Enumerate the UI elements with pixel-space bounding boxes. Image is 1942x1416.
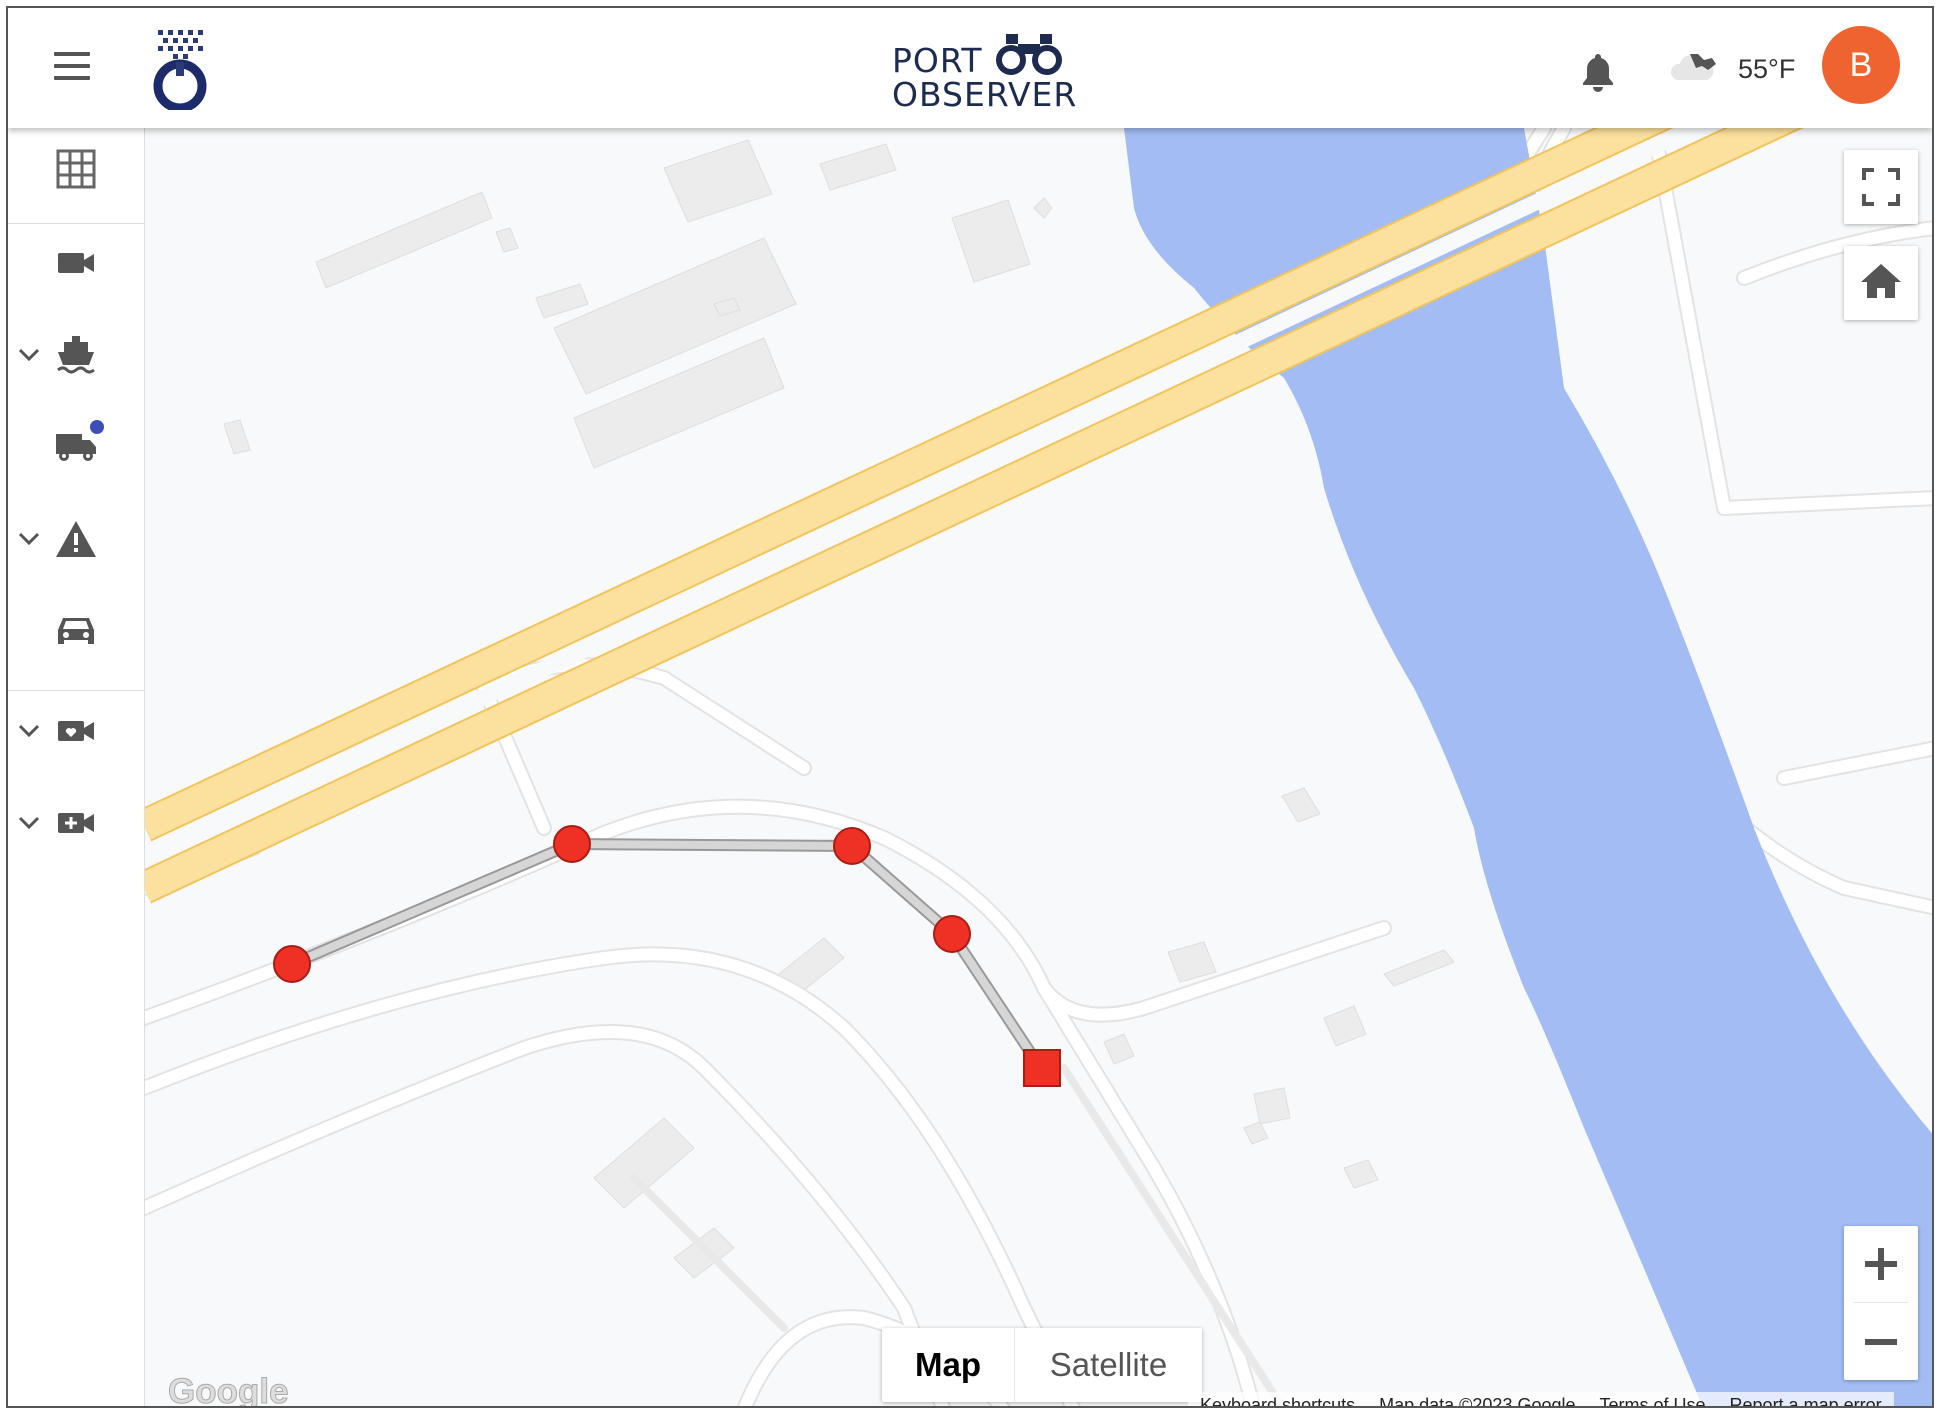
route-waypoint-marker[interactable] [833,827,871,865]
fullscreen-button[interactable] [1844,150,1918,224]
zoom-in-button[interactable] [1844,1226,1918,1302]
app-window: PORT OBSERVER 55°F B Map Satellite Googl… [6,6,1934,1408]
route-waypoint-marker[interactable] [273,945,311,983]
sidebar-item-alerts[interactable] [8,504,144,574]
sidebar-divider [8,690,144,691]
route-waypoint-marker[interactable] [553,825,591,863]
grid-icon [56,149,96,189]
cloudy-icon [1670,54,1716,80]
report-map-error-link[interactable]: Report a map error [1718,1392,1894,1406]
notification-badge [90,420,104,434]
chevron-down-icon[interactable] [16,720,42,740]
map-data-credit: Map data ©2023 Google [1379,1395,1576,1408]
sidebar-item-favorite-cameras[interactable] [8,696,144,766]
warning-icon [56,521,96,557]
home-view-button[interactable] [1844,246,1918,320]
route-waypoint-marker[interactable] [933,915,971,953]
sidebar-item-add-camera[interactable] [8,788,144,858]
map-type-satellite-button[interactable]: Satellite [1015,1328,1202,1402]
chevron-down-icon[interactable] [16,344,42,364]
map-attribution: Keyboard shortcuts Map data ©2023 Google… [1188,1392,1894,1408]
zoom-out-button[interactable] [1844,1304,1918,1380]
brand-logo [153,30,207,110]
sidebar-item-grid[interactable] [8,134,144,204]
google-logo[interactable]: Google [168,1372,290,1407]
ship-icon [57,336,95,374]
chevron-down-icon[interactable] [16,528,42,548]
bell-icon[interactable] [1580,52,1616,92]
video-camera-icon [58,253,94,273]
car-icon [58,618,94,644]
home-icon [1861,264,1901,298]
map-canvas[interactable] [144,128,1934,1408]
app-title-line1: PORT [892,41,983,80]
plus-icon [1865,1248,1897,1280]
map-type-map-button[interactable]: Map [882,1328,1014,1402]
fullscreen-icon [1862,168,1900,206]
sidebar-divider [8,223,144,224]
temperature-readout: 55°F [1738,54,1796,84]
zoom-divider [1854,1302,1908,1303]
hamburger-menu-icon[interactable] [54,52,90,80]
top-app-bar: PORT OBSERVER 55°F B [8,8,1932,128]
map-view[interactable]: Map Satellite Google Keyboard shortcuts … [144,128,1934,1408]
user-avatar[interactable]: B [1822,26,1900,104]
keyboard-shortcuts-link[interactable]: Keyboard shortcuts [1188,1392,1367,1406]
camera-heart-icon [58,721,94,741]
binoculars-icon [996,34,1062,75]
sidebar-item-trucks[interactable] [8,410,144,480]
side-navigation [8,128,145,1406]
terms-of-use-link[interactable]: Terms of Use [1588,1392,1718,1406]
app-title-logo: PORT OBSERVER [880,30,1100,114]
map-type-control: Map Satellite [882,1328,1202,1402]
app-title-line2: OBSERVER [892,75,1078,114]
sidebar-item-cameras[interactable] [8,228,144,298]
minus-icon [1865,1339,1897,1345]
camera-add-icon [58,813,94,833]
zoom-control [1844,1226,1918,1380]
sidebar-item-vessels[interactable] [8,320,144,390]
sidebar-item-vehicles[interactable] [8,594,144,664]
route-end-marker[interactable] [1023,1049,1061,1087]
chevron-down-icon[interactable] [16,812,42,832]
